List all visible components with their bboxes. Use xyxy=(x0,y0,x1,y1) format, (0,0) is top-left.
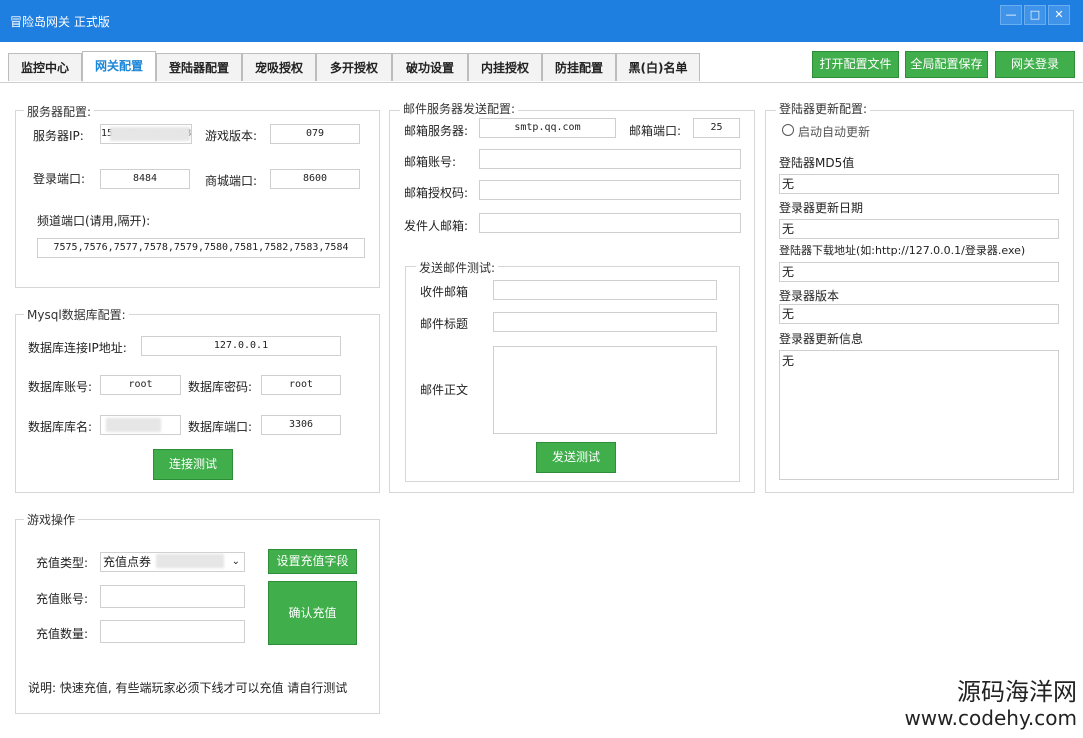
recharge-type-label: 充值类型: xyxy=(36,556,89,570)
launcher-config-title: 登陆器更新配置: xyxy=(776,100,871,117)
recharge-amount-input[interactable] xyxy=(100,620,245,643)
db-port-label: 数据库端口: xyxy=(188,420,253,434)
window-title: 冒险岛网关 正式版 xyxy=(10,15,110,29)
game-operations-title: 游戏操作 xyxy=(24,511,79,528)
db-user-input[interactable]: root xyxy=(100,375,181,395)
shop-port-input[interactable]: 8600 xyxy=(270,169,360,189)
update-info-label: 登录器更新信息 xyxy=(779,332,864,346)
db-name-label: 数据库库名: xyxy=(28,420,93,434)
gateway-login-button[interactable]: 网关登录 xyxy=(995,51,1075,78)
subject-label: 邮件标题 xyxy=(420,317,469,331)
db-port-input[interactable]: 3306 xyxy=(261,415,341,435)
db-ip-label: 数据库连接IP地址: xyxy=(28,341,127,355)
tab-launcher-config[interactable]: 登陆器配置 xyxy=(156,53,242,81)
recharge-type-value: 充值点券 xyxy=(103,555,152,569)
channel-ports-label: 频道端口(请用,隔开): xyxy=(37,214,151,228)
confirm-recharge-button[interactable]: 确认充值 xyxy=(268,581,357,645)
chevron-down-icon: ⌄ xyxy=(231,556,240,567)
set-recharge-field-button[interactable]: 设置充值字段 xyxy=(268,549,357,574)
tab-anticheat-config[interactable]: 防挂配置 xyxy=(542,53,616,81)
mail-account-input[interactable] xyxy=(479,149,741,169)
launcher-version-input[interactable]: 无 xyxy=(779,304,1059,324)
open-config-button[interactable]: 打开配置文件 xyxy=(812,51,899,78)
mail-port-label: 邮箱端口: xyxy=(629,124,682,138)
watermark-line1: 源码海洋网 xyxy=(957,678,1077,706)
server-config-title: 服务器配置: xyxy=(24,103,95,120)
auto-update-label: 启动自动更新 xyxy=(798,125,871,139)
db-pass-label: 数据库密码: xyxy=(188,380,253,394)
recharge-amount-label: 充值数量: xyxy=(36,627,89,641)
md5-input[interactable]: 无 xyxy=(779,174,1059,194)
game-version-input[interactable]: 079 xyxy=(270,124,360,144)
md5-label: 登陆器MD5值 xyxy=(779,156,855,170)
recharge-account-input[interactable] xyxy=(100,585,245,608)
tab-plugin-auth[interactable]: 内挂授权 xyxy=(468,53,542,81)
main-content: 监控中心 网关配置 登陆器配置 宠吸授权 多开授权 破功设置 内挂授权 防挂配置… xyxy=(0,42,1083,738)
recipient-input[interactable] xyxy=(493,280,717,300)
mail-port-input[interactable]: 25 xyxy=(693,118,740,138)
mail-server-input[interactable]: smtp.qq.com xyxy=(479,118,616,138)
tab-multi-auth[interactable]: 多开授权 xyxy=(316,53,392,81)
update-info-textarea[interactable]: 无 xyxy=(779,350,1059,480)
mail-account-label: 邮箱账号: xyxy=(404,155,457,169)
update-date-input[interactable]: 无 xyxy=(779,219,1059,239)
tab-pet-auth[interactable]: 宠吸授权 xyxy=(242,53,316,81)
channel-ports-input[interactable]: 7575,7576,7577,7578,7579,7580,7581,7582,… xyxy=(37,238,365,258)
db-user-label: 数据库账号: xyxy=(28,380,93,394)
watermark-line2: www.codehy.com xyxy=(904,706,1077,730)
update-date-label: 登录器更新日期 xyxy=(779,201,864,215)
watermark: 源码海洋网 www.codehy.com xyxy=(904,678,1077,730)
sender-email-input[interactable] xyxy=(479,213,741,233)
db-name-redaction xyxy=(106,418,161,432)
server-ip-label: 服务器IP: xyxy=(33,129,84,143)
connection-test-button[interactable]: 连接测试 xyxy=(153,449,233,480)
subject-input[interactable] xyxy=(493,312,717,332)
mail-auth-label: 邮箱授权码: xyxy=(404,186,469,200)
tab-monitor[interactable]: 监控中心 xyxy=(8,53,82,81)
download-url-label: 登陆器下载地址(如:http://127.0.0.1/登录器.exe) xyxy=(779,244,1026,257)
mail-config-title: 邮件服务器发送配置: xyxy=(400,100,519,117)
mail-test-title: 发送邮件测试: xyxy=(416,259,499,276)
recipient-label: 收件邮箱 xyxy=(420,285,469,299)
minimize-button[interactable]: — xyxy=(1000,5,1022,25)
launcher-version-label: 登录器版本 xyxy=(779,289,840,303)
db-ip-input[interactable]: 127.0.0.1 xyxy=(141,336,341,356)
body-textarea[interactable] xyxy=(493,346,717,434)
save-all-button[interactable]: 全局配置保存 xyxy=(905,51,988,78)
maximize-button[interactable]: □ xyxy=(1024,5,1046,25)
tab-gateway-config[interactable]: 网关配置 xyxy=(82,51,156,82)
recharge-type-redaction xyxy=(156,554,224,568)
recharge-account-label: 充值账号: xyxy=(36,592,89,606)
tab-strip: 监控中心 网关配置 登陆器配置 宠吸授权 多开授权 破功设置 内挂授权 防挂配置… xyxy=(0,42,1083,83)
tab-break-settings[interactable]: 破功设置 xyxy=(392,53,468,81)
login-port-label: 登录端口: xyxy=(33,172,86,186)
download-url-input[interactable]: 无 xyxy=(779,262,1059,282)
tab-blacklist[interactable]: 黑(白)名单 xyxy=(616,53,700,81)
shop-port-label: 商城端口: xyxy=(205,174,258,188)
recharge-note: 说明: 快速充值, 有些端玩家必须下线才可以充值 请自行测试 xyxy=(28,681,348,695)
game-version-label: 游戏版本: xyxy=(205,129,258,143)
ip-redaction xyxy=(110,127,190,141)
mail-auth-input[interactable] xyxy=(479,180,741,200)
sender-email-label: 发件人邮箱: xyxy=(404,219,469,233)
auto-update-radio[interactable] xyxy=(782,124,794,136)
body-label: 邮件正文 xyxy=(420,383,469,397)
title-bar: 冒险岛网关 正式版 — □ ✕ xyxy=(0,0,1083,42)
mail-server-label: 邮箱服务器: xyxy=(404,124,469,138)
close-button[interactable]: ✕ xyxy=(1048,5,1070,25)
login-port-input[interactable]: 8484 xyxy=(100,169,190,189)
mysql-config-title: Mysql数据库配置: xyxy=(24,306,129,323)
send-test-button[interactable]: 发送测试 xyxy=(536,442,616,473)
db-pass-input[interactable]: root xyxy=(261,375,341,395)
